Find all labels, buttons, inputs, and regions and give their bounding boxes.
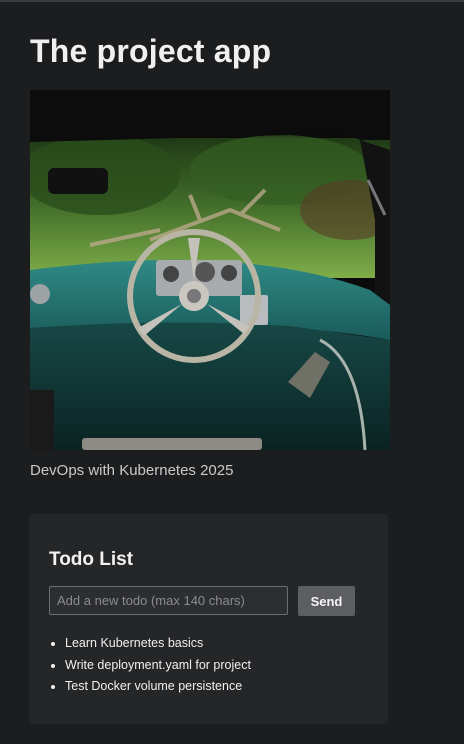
todo-item: Write deployment.yaml for project	[65, 655, 251, 677]
top-border	[0, 0, 464, 2]
todo-heading: Todo List	[49, 549, 134, 570]
todo-card: Todo List Send Learn Kubernetes basics W…	[29, 514, 388, 724]
todo-item: Test Docker volume persistence	[65, 676, 251, 698]
send-button[interactable]: Send	[298, 586, 355, 616]
todo-list: Learn Kubernetes basics Write deployment…	[49, 633, 251, 698]
hero-image	[30, 90, 390, 450]
image-caption: DevOps with Kubernetes 2025	[30, 462, 234, 479]
todo-item: Learn Kubernetes basics	[65, 633, 251, 655]
new-todo-input[interactable]	[49, 586, 288, 615]
page-title: The project app	[30, 33, 272, 69]
